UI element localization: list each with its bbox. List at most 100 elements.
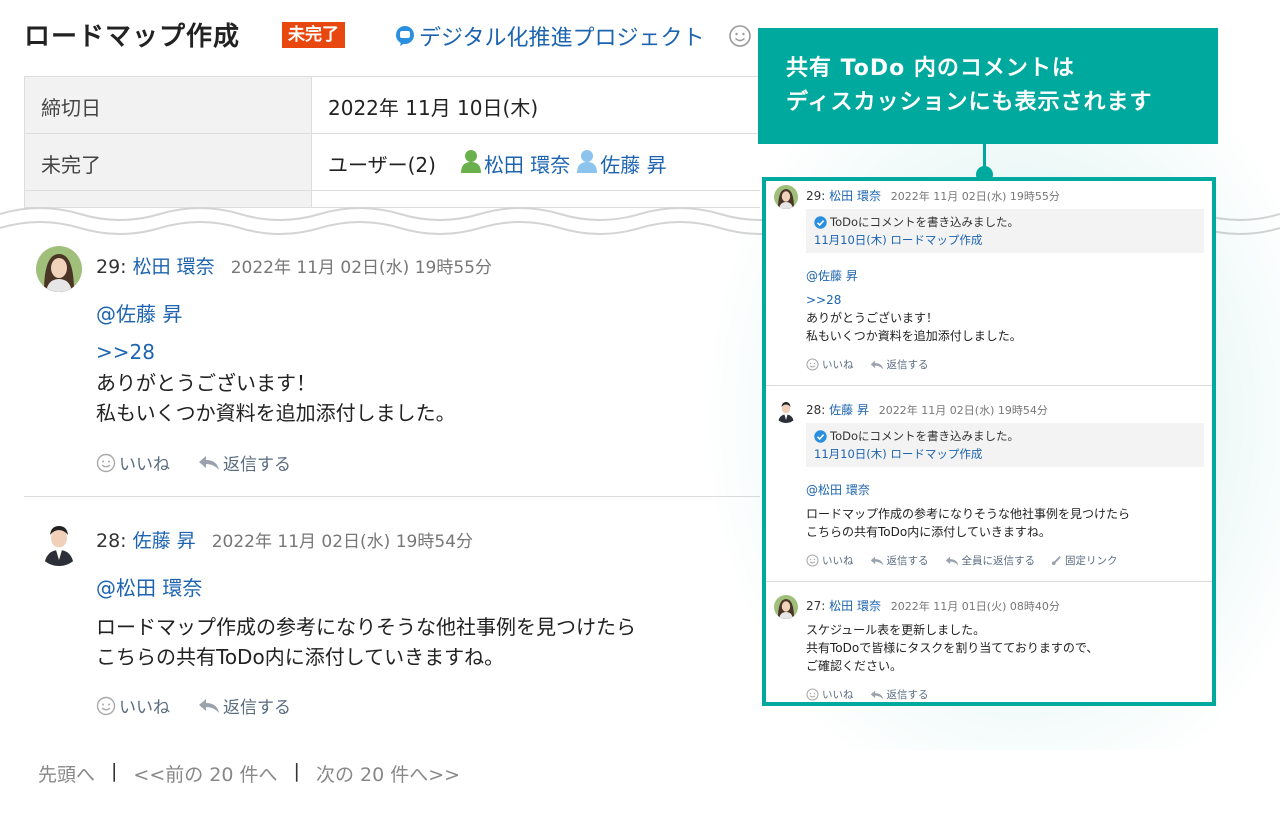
comment-number: 29: xyxy=(96,256,127,278)
comment-line: ありがとうございます！ xyxy=(806,311,939,325)
callout-line: ディスカッションにも表示されます xyxy=(786,90,1153,115)
like-button[interactable]: いいね xyxy=(806,553,854,568)
like-button[interactable]: いいね xyxy=(96,450,170,475)
comment-line: ご確認ください。 xyxy=(806,659,903,673)
reply-arrow-icon xyxy=(870,690,883,699)
comment-divider xyxy=(24,496,760,497)
comment-date: 2022年 11月 02日(水) 19時55分 xyxy=(890,190,1060,203)
incomplete-label: 未完了 xyxy=(25,134,312,190)
pager-prev[interactable]: <<前の 20 件へ xyxy=(133,760,277,787)
reply-button[interactable]: 返信する xyxy=(870,687,929,702)
like-button[interactable]: いいね xyxy=(806,687,854,702)
pager-separator: | xyxy=(293,760,300,782)
comment-body: ありがとうございます！ 私もいくつか資料を追加添付しました。 xyxy=(96,368,456,428)
comment-meta: 29: 松田 環奈 2022年 11月 02日(水) 19時55分 xyxy=(96,252,492,279)
comment-meta: 28: 佐藤 昇 2022年 11月 02日(水) 19時54分 xyxy=(96,526,473,553)
comment-divider xyxy=(766,385,1212,386)
reply-all-label: 全員に返信する xyxy=(961,555,1036,567)
reply-button[interactable]: 返信する xyxy=(870,357,929,372)
comment-line: スケジュール表を更新しました。 xyxy=(806,623,986,637)
todo-notice: ToDoにコメントを書き込みました。 11月10日(木) ロードマップ作成 xyxy=(806,209,1204,253)
reply-arrow-icon xyxy=(199,455,219,470)
like-button[interactable]: いいね xyxy=(806,357,854,372)
smile-icon xyxy=(806,358,819,371)
check-circle-icon xyxy=(814,429,827,443)
avatar xyxy=(774,595,798,619)
comment-author-link[interactable]: 松田 環奈 xyxy=(829,189,881,203)
reply-ref-link[interactable]: >>28 xyxy=(806,293,841,307)
reply-label: 返信する xyxy=(886,689,929,701)
status-badge: 未完了 xyxy=(282,22,345,48)
comment-body: ロードマップ作成の参考になりそうな他社事例を見つけたら こちらの共有ToDo内に… xyxy=(96,612,636,672)
deadline-label: 締切日 xyxy=(25,77,312,133)
user-link-sato[interactable]: 佐藤 昇 xyxy=(576,149,667,178)
like-label: いいね xyxy=(822,689,854,701)
like-button[interactable]: いいね xyxy=(96,693,170,718)
comment-date: 2022年 11月 02日(水) 19時54分 xyxy=(878,404,1048,417)
mention-link[interactable]: @佐藤 昇 xyxy=(806,267,858,284)
comment-line: 私もいくつか資料を追加添付しました。 xyxy=(806,329,1022,343)
comment-actions: いいね 返信する xyxy=(806,357,929,372)
comment-meta: 27: 松田 環奈 2022年 11月 01日(火) 08時40分 xyxy=(806,597,1060,614)
comment-body: ありがとうございます！ 私もいくつか資料を追加添付しました。 xyxy=(806,309,1022,345)
notice-todo-link[interactable]: 11月10日(木) ロードマップ作成 xyxy=(814,232,1196,248)
pager-first[interactable]: 先頭へ xyxy=(38,760,95,787)
avatar xyxy=(774,185,798,209)
person-icon xyxy=(460,150,481,173)
comment-line: こちらの共有ToDo内に添付していきますね。 xyxy=(806,525,1051,539)
comment-actions: いいね 返信する 全員に返信する 固定リンク xyxy=(806,553,1118,568)
reply-button[interactable]: 返信する xyxy=(198,450,291,475)
comment-line: こちらの共有ToDo内に添付していきますね。 xyxy=(96,645,505,669)
todo-notice: ToDoにコメントを書き込みました。 11月10日(木) ロードマップ作成 xyxy=(806,423,1204,467)
smile-icon xyxy=(806,688,819,701)
notice-text: ToDoにコメントを書き込みました。 xyxy=(830,429,1019,443)
reply-button[interactable]: 返信する xyxy=(870,553,929,568)
permalink-button[interactable]: 固定リンク xyxy=(1051,553,1118,568)
link-icon xyxy=(1051,556,1061,566)
incomplete-value: ユーザー(2) 松田 環奈 佐藤 昇 xyxy=(312,134,760,190)
comment-body: ロードマップ作成の参考になりそうな他社事例を見つけたら こちらの共有ToDo内に… xyxy=(806,505,1130,541)
avatar xyxy=(36,246,82,292)
pager-next[interactable]: 次の 20 件へ>> xyxy=(316,760,460,787)
reply-label: 返信する xyxy=(223,455,291,475)
comment-author-link[interactable]: 佐藤 昇 xyxy=(829,403,869,417)
comment-actions: いいね 返信する xyxy=(96,450,291,475)
comment-line: ロードマップ作成の参考になりそうな他社事例を見つけたら xyxy=(806,507,1131,521)
comment-author-link[interactable]: 松田 環奈 xyxy=(829,599,881,613)
comment-divider xyxy=(766,581,1212,582)
comment-number: 28: xyxy=(806,403,826,417)
comment-actions: いいね 返信する xyxy=(96,693,291,718)
comment-line: 共有ToDoで皆様にタスクを割り当てておりますので、 xyxy=(806,641,1099,655)
discussion-panel: 29: 松田 環奈 2022年 11月 02日(水) 19時55分 ToDoにコ… xyxy=(762,177,1216,706)
pager-separator: | xyxy=(111,760,118,782)
reply-ref-link[interactable]: >>28 xyxy=(96,340,155,364)
avatar xyxy=(774,399,798,423)
like-label: いいね xyxy=(119,455,170,475)
reply-all-button[interactable]: 全員に返信する xyxy=(945,553,1036,568)
reply-arrow-icon xyxy=(870,556,883,565)
comment-author-link[interactable]: 佐藤 昇 xyxy=(133,530,196,552)
user-name: 松田 環奈 xyxy=(483,153,571,177)
speech-bubble-icon xyxy=(396,26,414,46)
reply-all-icon xyxy=(945,556,958,565)
mention-link[interactable]: @佐藤 昇 xyxy=(96,298,182,327)
page-title: ロードマップ作成 xyxy=(24,22,241,52)
comment-line: ロードマップ作成の参考になりそうな他社事例を見つけたら xyxy=(96,615,636,639)
comment-number: 27: xyxy=(806,599,826,613)
smile-icon xyxy=(96,696,116,715)
project-link[interactable]: デジタル化推進プロジェクト xyxy=(394,20,705,52)
reply-button[interactable]: 返信する xyxy=(198,693,291,718)
notice-text: ToDoにコメントを書き込みました。 xyxy=(830,215,1019,229)
comment-body: スケジュール表を更新しました。 共有ToDoで皆様にタスクを割り当てておりますの… xyxy=(806,621,1098,675)
pagination: 先頭へ | <<前の 20 件へ | 次の 20 件へ>> xyxy=(38,760,460,787)
like-label: いいね xyxy=(822,359,854,371)
comment-number: 28: xyxy=(96,530,127,552)
mention-link[interactable]: @松田 環奈 xyxy=(806,481,870,498)
deadline-row: 締切日 2022年 11月 10日(木) xyxy=(25,77,760,134)
comment-author-link[interactable]: 松田 環奈 xyxy=(133,256,215,278)
reply-label: 返信する xyxy=(223,698,291,718)
user-name: 佐藤 昇 xyxy=(600,153,667,177)
user-link-matsuda[interactable]: 松田 環奈 xyxy=(460,149,570,178)
notice-todo-link[interactable]: 11月10日(木) ロードマップ作成 xyxy=(814,446,1196,462)
mention-link[interactable]: @松田 環奈 xyxy=(96,572,202,601)
